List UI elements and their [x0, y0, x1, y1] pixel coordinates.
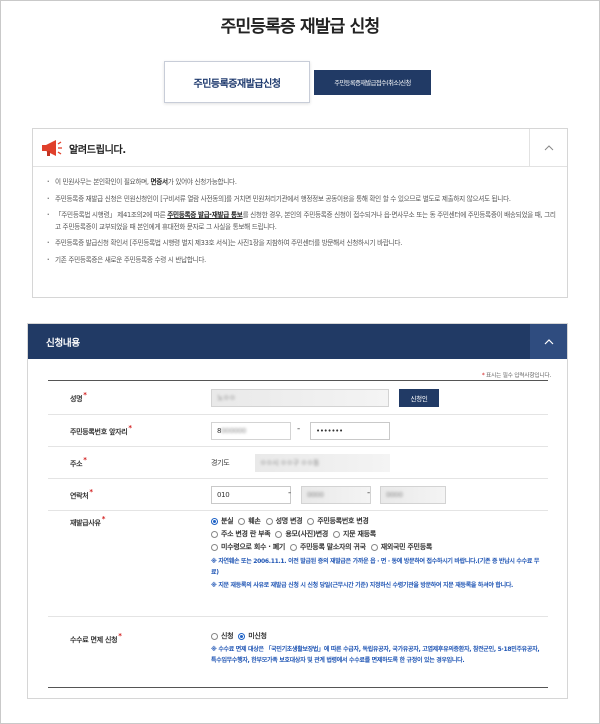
phone-label: 연락처* — [70, 488, 93, 500]
reason-note-2: ※ 지문 재등록의 사유로 재발급 신청 시 신청 당일(근무시간 기준) 지정… — [211, 582, 514, 589]
notice-item: 주민등록증 발급신청 확인서 [주민등록법 시행령 별지 제33호 서식]는 사… — [47, 238, 559, 250]
radio-icon — [275, 530, 283, 538]
reason-options-row-2: 주소 변경 란 부족 용모(사진)변경 지문 재등록 — [211, 529, 381, 539]
phone-row: 연락처* 010 - 0000 - 0000 — [48, 479, 548, 511]
radio-icon — [238, 517, 246, 525]
rrn-back-input[interactable]: ••••••• — [310, 422, 390, 440]
name-input[interactable]: 노ㅇㅇ — [211, 389, 389, 407]
apply-title: 신청내용 — [46, 338, 80, 349]
radio-checked-icon — [238, 632, 246, 640]
notice-collapse-button[interactable] — [529, 129, 567, 166]
radio-icon — [290, 543, 298, 551]
reason-options-row-1: 분실 훼손 성명 변경 주민등록번호 변경 — [211, 516, 374, 526]
phone-middle-input[interactable]: 0000 — [301, 486, 371, 504]
rrn-front-input[interactable]: 8 000000 — [211, 422, 291, 440]
required-star-icon: * — [118, 632, 122, 640]
reason-overseas-radio[interactable]: 재외국민 주민등록 — [370, 542, 432, 552]
notice-item: 「주민등록법 시행령」 제41조의2에 따른 주민등록증 발급·재발급 통보를 … — [47, 210, 559, 233]
reason-return-radio[interactable]: 주민등록 말소자의 귀국 — [290, 542, 366, 552]
reason-name-change-radio[interactable]: 성명 변경 — [265, 516, 303, 526]
required-star-icon: * — [83, 391, 87, 399]
fee-apply-radio[interactable]: 신청 — [211, 631, 234, 641]
fee-options: 신청 미신청 — [211, 631, 272, 641]
phone-dash-2: - — [367, 488, 370, 498]
required-star-icon: * — [83, 456, 87, 464]
fee-label: 수수료 면제 신청* — [70, 632, 122, 644]
reason-row: 재발급사유* 분실 훼손 성명 변경 주민등록번호 변경 주소 변경 란 부족 … — [48, 511, 548, 617]
reason-uncollected-radio[interactable]: 미수령으로 회수 · 폐기 — [211, 542, 285, 552]
phone-first-input[interactable]: 010 — [211, 486, 291, 504]
required-star-icon: * — [481, 373, 485, 379]
rrn-label: 주민등록번호 앞자리* — [70, 424, 132, 436]
megaphone-icon — [42, 140, 62, 156]
tab-reissue-cancel[interactable]: 주민등록증재발급접수(취소)신청 — [314, 70, 431, 95]
notice-header: 알려드립니다. — [33, 129, 567, 167]
reason-options-row-3: 미수령으로 회수 · 폐기 주민등록 말소자의 귀국 재외국민 주민등록 — [211, 542, 437, 552]
reason-address-full-radio[interactable]: 주소 변경 란 부족 — [211, 529, 271, 539]
radio-icon — [307, 517, 315, 525]
radio-icon — [370, 543, 378, 551]
apply-form: 성명* 노ㅇㅇ 신청인 주민등록번호 앞자리* 8 000000 - ••••••… — [48, 380, 548, 688]
radio-icon — [211, 632, 218, 640]
reason-photo-change-radio[interactable]: 용모(사진)변경 — [275, 529, 328, 539]
reason-label: 재발급사유* — [70, 515, 106, 527]
notice-panel: 알려드립니다. 이 민원사무는 본인확인이 필요하며, 면증서가 있어야 신청가… — [32, 128, 568, 298]
reason-note-1: ※ 자연훼손 또는 2006.11.1. 이전 발급된 증의 재발급은 가까운 … — [211, 558, 540, 576]
reason-damaged-radio[interactable]: 훼손 — [238, 516, 261, 526]
radio-icon — [211, 530, 218, 538]
notice-title: 알려드립니다. — [69, 145, 126, 156]
rrn-row: 주민등록번호 앞자리* 8 000000 - ••••••• — [48, 415, 548, 447]
radio-icon — [211, 543, 218, 551]
address-row: 주소* 경기도 ㅇㅇ시 ㅇㅇ구 ㅇㅇ동 — [48, 447, 548, 479]
rrn-dash: - — [297, 424, 300, 434]
radio-checked-icon — [211, 517, 218, 525]
required-note: * 표시는 필수 입력사항입니다. — [481, 373, 551, 379]
notice-item: 주민등록증 재발급 신청은 민원신청인이 [구비서류 열람 사전동의]를 거치면… — [47, 194, 559, 206]
apply-header: 신청내용 — [28, 324, 567, 359]
notice-list: 이 민원사무는 본인확인이 필요하며, 면증서가 있어야 신청가능합니다. 주민… — [47, 177, 559, 271]
notice-item: 이 민원사무는 본인확인이 필요하며, 면증서가 있어야 신청가능합니다. — [47, 177, 559, 189]
fee-note: ※ 수수료 면제 대상은 「국민기초생활보장법」에 따른 수급자, 독립유공자,… — [211, 646, 540, 664]
name-row: 성명* 노ㅇㅇ 신청인 — [48, 381, 548, 415]
address-detail: ㅇㅇ시 ㅇㅇ구 ㅇㅇ동 — [255, 454, 390, 472]
radio-icon — [333, 530, 341, 538]
fee-not-apply-radio[interactable]: 미신청 — [238, 631, 267, 641]
reason-lost-radio[interactable]: 분실 — [211, 516, 234, 526]
reason-rrn-change-radio[interactable]: 주민등록번호 변경 — [307, 516, 369, 526]
radio-icon — [265, 517, 273, 525]
address-sido: 경기도 — [211, 454, 253, 472]
required-star-icon: * — [101, 515, 106, 523]
required-star-icon: * — [128, 424, 132, 432]
required-star-icon: * — [89, 488, 93, 496]
phone-last-input[interactable]: 0000 — [380, 486, 446, 504]
notice-item: 기존 주민등록증은 새로운 주민등록증 수령 시 반납합니다. — [47, 255, 559, 267]
name-label: 성명* — [70, 391, 87, 403]
chevron-up-icon — [544, 338, 553, 344]
applicant-button[interactable]: 신청인 — [399, 389, 439, 407]
address-label: 주소* — [70, 456, 87, 468]
page-title: 주민등록증 재발급 신청 — [220, 17, 380, 37]
phone-dash-1: - — [288, 488, 291, 498]
apply-panel: 신청내용 * 표시는 필수 입력사항입니다. 성명* 노ㅇㅇ 신청인 주민등록번… — [27, 323, 568, 699]
reason-fingerprint-radio[interactable]: 지문 재등록 — [333, 529, 376, 539]
apply-collapse-button[interactable] — [530, 324, 567, 359]
tab-reissue-apply[interactable]: 주민등록증재발급신청 — [164, 61, 310, 103]
chevron-up-icon — [544, 144, 553, 150]
fee-row: 수수료 면제 신청* 신청 미신청 ※ 수수료 면제 대상은 「국민기초생활보장… — [48, 617, 548, 688]
